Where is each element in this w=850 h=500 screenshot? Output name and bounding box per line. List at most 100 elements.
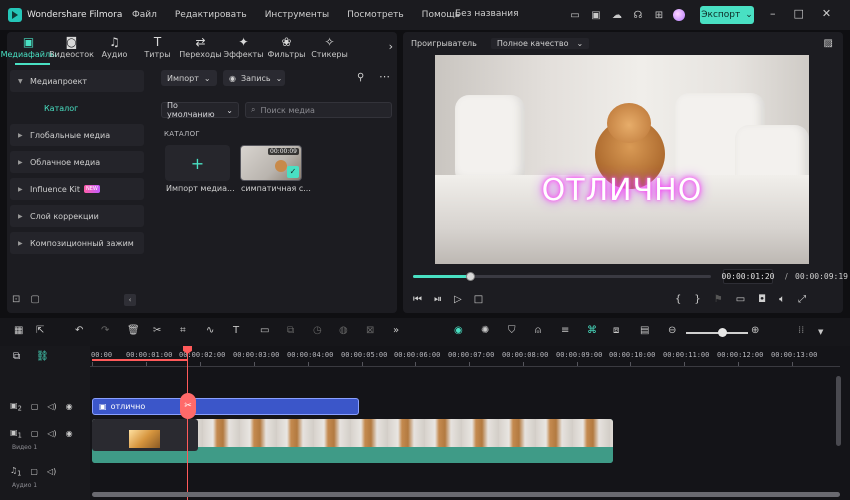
import-media-card[interactable]: + — [165, 145, 230, 181]
marker-icon[interactable]: ⚑ — [714, 294, 723, 305]
folder-icon[interactable]: ▢ — [30, 294, 39, 305]
title-clip[interactable]: ▣ отлично — [92, 398, 359, 415]
more-icon[interactable]: ⋯ — [379, 70, 390, 83]
transform-icon[interactable]: ⧉ — [287, 325, 294, 336]
snap-icon[interactable]: ⌘ — [587, 325, 597, 336]
tab-audio[interactable]: ♫ Аудио — [93, 32, 136, 64]
import-dropdown[interactable]: Импорт ⌄ — [161, 70, 217, 86]
play-icon[interactable]: ▷ — [454, 294, 462, 305]
text-icon[interactable]: T — [233, 325, 239, 336]
link-icon[interactable]: ⛓ — [36, 351, 49, 362]
tab-effects[interactable]: ✦ Эффекты — [222, 32, 265, 64]
current-time[interactable]: 00:00:01:20 — [722, 269, 775, 284]
tab-media[interactable]: ▣ Медиафайлы — [1, 32, 57, 64]
collapse-sidebar-button[interactable]: ‹ — [124, 294, 136, 306]
split-scissors-icon[interactable]: ✂ — [180, 393, 196, 419]
progress-knob[interactable] — [465, 272, 475, 281]
media-thumbnail[interactable]: 00:00:09 ✓ — [240, 145, 302, 181]
menu-tools[interactable]: Инструменты — [256, 10, 338, 20]
cut-icon[interactable]: ✂ — [153, 325, 161, 336]
sidebar-item-project-media[interactable]: ▼ Медиапроект — [10, 70, 144, 92]
menu-file[interactable]: Файл — [123, 10, 166, 20]
layout-icon[interactable]: ▭ — [568, 8, 582, 22]
redo-icon[interactable]: ↷ — [101, 325, 109, 336]
folder-icon[interactable]: ▢ — [31, 429, 39, 438]
ai-icon[interactable]: ◉ — [454, 325, 463, 336]
zoom-in-icon[interactable]: ⊕ — [751, 325, 759, 336]
add-track-icon[interactable]: ⧉ — [13, 351, 20, 362]
export-button[interactable]: Экспорт ⌄ — [700, 6, 754, 24]
sidebar-item-catalog[interactable]: Каталог — [10, 97, 144, 119]
tab-filters[interactable]: ❀ Фильтры — [265, 32, 308, 64]
tab-titles[interactable]: T Титры — [136, 32, 179, 64]
filter-icon[interactable]: ⚲ — [357, 72, 364, 83]
support-icon[interactable]: ☊ — [631, 8, 645, 22]
mark-out-icon[interactable]: } — [694, 294, 700, 305]
pip-icon[interactable]: ⧈ — [613, 325, 619, 336]
grid-icon[interactable]: ⁞⁞ — [798, 325, 804, 336]
tab-stock[interactable]: ◙ Видеосток — [49, 32, 94, 64]
new-folder-icon[interactable]: ⊡ — [12, 294, 20, 305]
camera-icon[interactable]: ◘ — [758, 294, 766, 305]
volume-icon[interactable]: 🔈︎ — [779, 294, 785, 305]
quality-dropdown[interactable]: Полное качество ⌄ — [490, 38, 590, 49]
render-icon[interactable]: ✺ — [481, 325, 489, 336]
select-icon[interactable]: ⇱ — [36, 325, 44, 336]
tab-stickers[interactable]: ✧ Стикеры — [308, 32, 351, 64]
eye-icon[interactable]: ◉ — [66, 402, 73, 411]
mute-icon[interactable]: ◁) — [47, 467, 56, 476]
undo-icon[interactable]: ↶ — [75, 325, 83, 336]
vertical-scrollbar[interactable] — [836, 376, 841, 446]
chevron-down-icon[interactable]: ▼ — [818, 328, 823, 336]
chevron-right-icon[interactable]: › — [389, 40, 393, 53]
folder-icon[interactable]: ▢ — [30, 467, 38, 476]
horizontal-scrollbar-thumb[interactable] — [92, 492, 840, 497]
more-tools-icon[interactable]: » — [393, 325, 399, 336]
eye-icon[interactable]: ◉ — [66, 429, 73, 438]
sidebar-item-cloud-media[interactable]: ▶ Облачное медиа — [10, 151, 144, 173]
snapshot-icon[interactable]: ▨ — [824, 38, 833, 49]
rectangle-icon[interactable]: ▭ — [260, 325, 269, 336]
sort-dropdown[interactable]: По умолчанию ⌄ — [161, 101, 239, 119]
microphone-icon[interactable]: ⍝ — [535, 325, 541, 336]
tab-transitions[interactable]: ⇄ Переходы — [179, 32, 222, 64]
audio-edit-icon[interactable]: ∿ — [206, 325, 214, 336]
sidebar-item-compound-clip[interactable]: ▶ Композиционный зажим — [10, 232, 144, 254]
color-icon[interactable]: ◍ — [339, 325, 348, 336]
zoom-out-icon[interactable]: ⊖ — [668, 325, 676, 336]
prev-frame-icon[interactable]: ⏮ — [413, 294, 422, 305]
fullscreen-icon[interactable]: ⤢ — [798, 294, 806, 305]
horizontal-scrollbar[interactable] — [92, 492, 840, 497]
play-back-icon[interactable]: ⏯ — [434, 294, 442, 305]
notifications-icon[interactable]: ⊞ — [652, 8, 666, 22]
delete-icon[interactable]: 🗑︎ — [127, 325, 140, 336]
player-tab[interactable]: Проигрыватель — [411, 39, 477, 48]
playhead[interactable] — [187, 346, 188, 500]
menu-edit[interactable]: Редактировать — [166, 10, 256, 20]
save-icon[interactable]: ▣ — [589, 8, 603, 22]
search-field[interactable]: ⌕ Поиск медиа — [245, 102, 392, 118]
crop-icon[interactable]: ⌗ — [180, 325, 186, 336]
sidebar-item-adjustment-layer[interactable]: ▶ Слой коррекции — [10, 205, 144, 227]
record-dropdown[interactable]: ◉ Запись ⌄ — [223, 70, 285, 86]
voiceover-icon[interactable]: ≡ — [561, 325, 569, 336]
timeline-ruler[interactable]: 00:00 00:00:01:00 00:00:02:00 00:00:03:0… — [90, 346, 850, 368]
menu-view[interactable]: Посмотреть — [338, 10, 413, 20]
layout-icon[interactable]: ▦ — [14, 325, 23, 336]
progress-bar[interactable] — [413, 272, 711, 281]
zoom-slider[interactable] — [686, 332, 748, 334]
zoom-slider-knob[interactable] — [718, 328, 727, 337]
shield-icon[interactable]: ⛉ — [508, 325, 516, 336]
sidebar-item-influence-kit[interactable]: ▶ Influence Kit NEW — [10, 178, 144, 200]
close-icon[interactable]: ✕ — [822, 7, 831, 20]
sidebar-item-global-media[interactable]: ▶ Глобальные медиа — [10, 124, 144, 146]
folder-icon[interactable]: ▢ — [31, 402, 39, 411]
minimize-icon[interactable]: – — [770, 7, 776, 20]
stop-icon[interactable]: □ — [474, 294, 483, 305]
video-preview[interactable]: ОТЛИЧНО — [435, 55, 809, 264]
cloud-icon[interactable]: ☁ — [610, 8, 624, 22]
mark-in-icon[interactable]: { — [675, 294, 681, 305]
display-icon[interactable]: ▭ — [736, 294, 745, 305]
avatar[interactable] — [673, 9, 685, 21]
mask-icon[interactable]: ⊠ — [366, 325, 374, 336]
